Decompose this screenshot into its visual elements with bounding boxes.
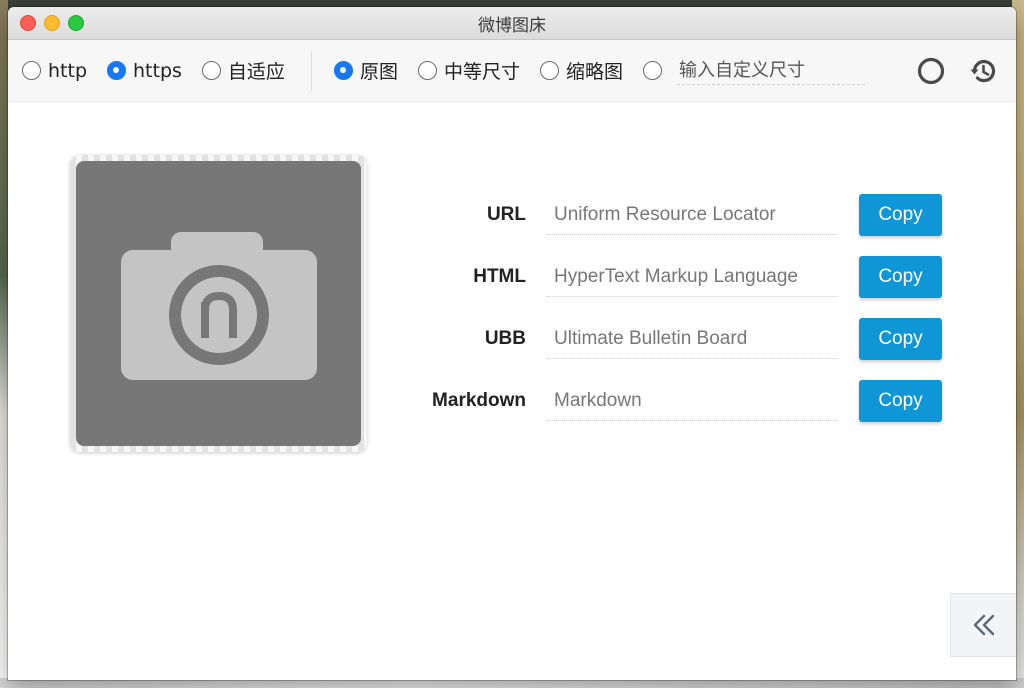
radio-label: https	[133, 59, 182, 82]
copy-button[interactable]: Copy	[859, 318, 942, 360]
radio-circle	[201, 61, 221, 80]
image-upload-area[interactable]	[70, 155, 367, 452]
history-icon[interactable]	[968, 56, 998, 86]
link-label: Markdown	[432, 390, 526, 411]
link-row-html: HTML HyperText Markup Language Copy	[408, 246, 942, 308]
link-output-field[interactable]: Ultimate Bulletin Board	[547, 319, 837, 359]
link-label: HTML	[473, 266, 526, 287]
radio-label: 自适应	[227, 61, 285, 83]
title-bar: 微博图床	[8, 7, 1016, 40]
upload-placeholder	[76, 161, 361, 446]
double-chevron-left-icon	[973, 614, 994, 636]
close-window-button[interactable]	[20, 15, 36, 31]
protocol-radio-group: http https 自适应	[22, 57, 305, 84]
minimize-window-button[interactable]	[44, 15, 60, 31]
toolbar-icons	[916, 56, 998, 86]
window-title: 微博图床	[478, 15, 546, 35]
main-content: URL Uniform Resource Locator Copy HTML H…	[8, 102, 1016, 679]
link-format-list: URL Uniform Resource Locator Copy HTML H…	[408, 184, 942, 432]
expand-panel-button[interactable]	[950, 593, 1016, 657]
custom-size-input[interactable]	[676, 56, 865, 85]
radio-label: http	[48, 59, 88, 82]
radio-http[interactable]: http	[22, 60, 87, 82]
size-radio-group: 原图 中等尺寸 缩略图	[333, 56, 865, 85]
radio-adaptive[interactable]: 自适应	[201, 57, 285, 84]
link-output-field[interactable]: Markdown	[547, 381, 837, 421]
radio-circle	[107, 61, 127, 80]
radio-label: 缩略图	[565, 61, 623, 83]
toolbar: http https 自适应 原图 中等尺寸 缩略图	[8, 40, 1016, 102]
camera-icon	[120, 231, 317, 380]
radio-label: 中等尺寸	[443, 61, 520, 83]
radio-circle	[539, 61, 559, 80]
radio-circle	[642, 61, 662, 80]
app-window: 微博图床 http https 自适应 原图 中等尺寸 缩略图 输入自定义尺寸 …	[8, 7, 1016, 680]
radio-custom-size[interactable]	[642, 61, 669, 80]
link-label: URL	[486, 204, 526, 225]
link-row-markdown: Markdown Markdown Copy	[408, 370, 942, 432]
copy-button[interactable]: Copy	[859, 256, 942, 298]
radio-circle	[22, 61, 41, 80]
toolbar-separator	[310, 50, 312, 91]
zoom-window-button[interactable]	[68, 15, 84, 31]
copy-button[interactable]: Copy	[859, 194, 942, 236]
window-controls	[20, 15, 84, 31]
radio-original-size[interactable]: 原图	[333, 57, 398, 84]
radio-medium-size[interactable]: 中等尺寸	[417, 57, 520, 84]
link-label: UBB	[484, 328, 526, 349]
link-output-field[interactable]: HyperText Markup Language	[547, 257, 837, 297]
radio-https[interactable]: https	[107, 60, 182, 82]
desktop-background-left	[0, 0, 8, 688]
radio-circle	[333, 61, 353, 80]
link-row-url: URL Uniform Resource Locator Copy	[408, 184, 942, 246]
radio-label: 原图	[359, 61, 398, 83]
copy-button[interactable]: Copy	[859, 380, 942, 422]
radio-circle	[417, 61, 437, 80]
link-output-field[interactable]: Uniform Resource Locator	[547, 195, 837, 235]
link-row-ubb: UBB Ultimate Bulletin Board Copy	[408, 308, 942, 370]
circle-icon[interactable]	[916, 56, 946, 86]
radio-thumbnail[interactable]: 缩略图	[539, 57, 623, 84]
